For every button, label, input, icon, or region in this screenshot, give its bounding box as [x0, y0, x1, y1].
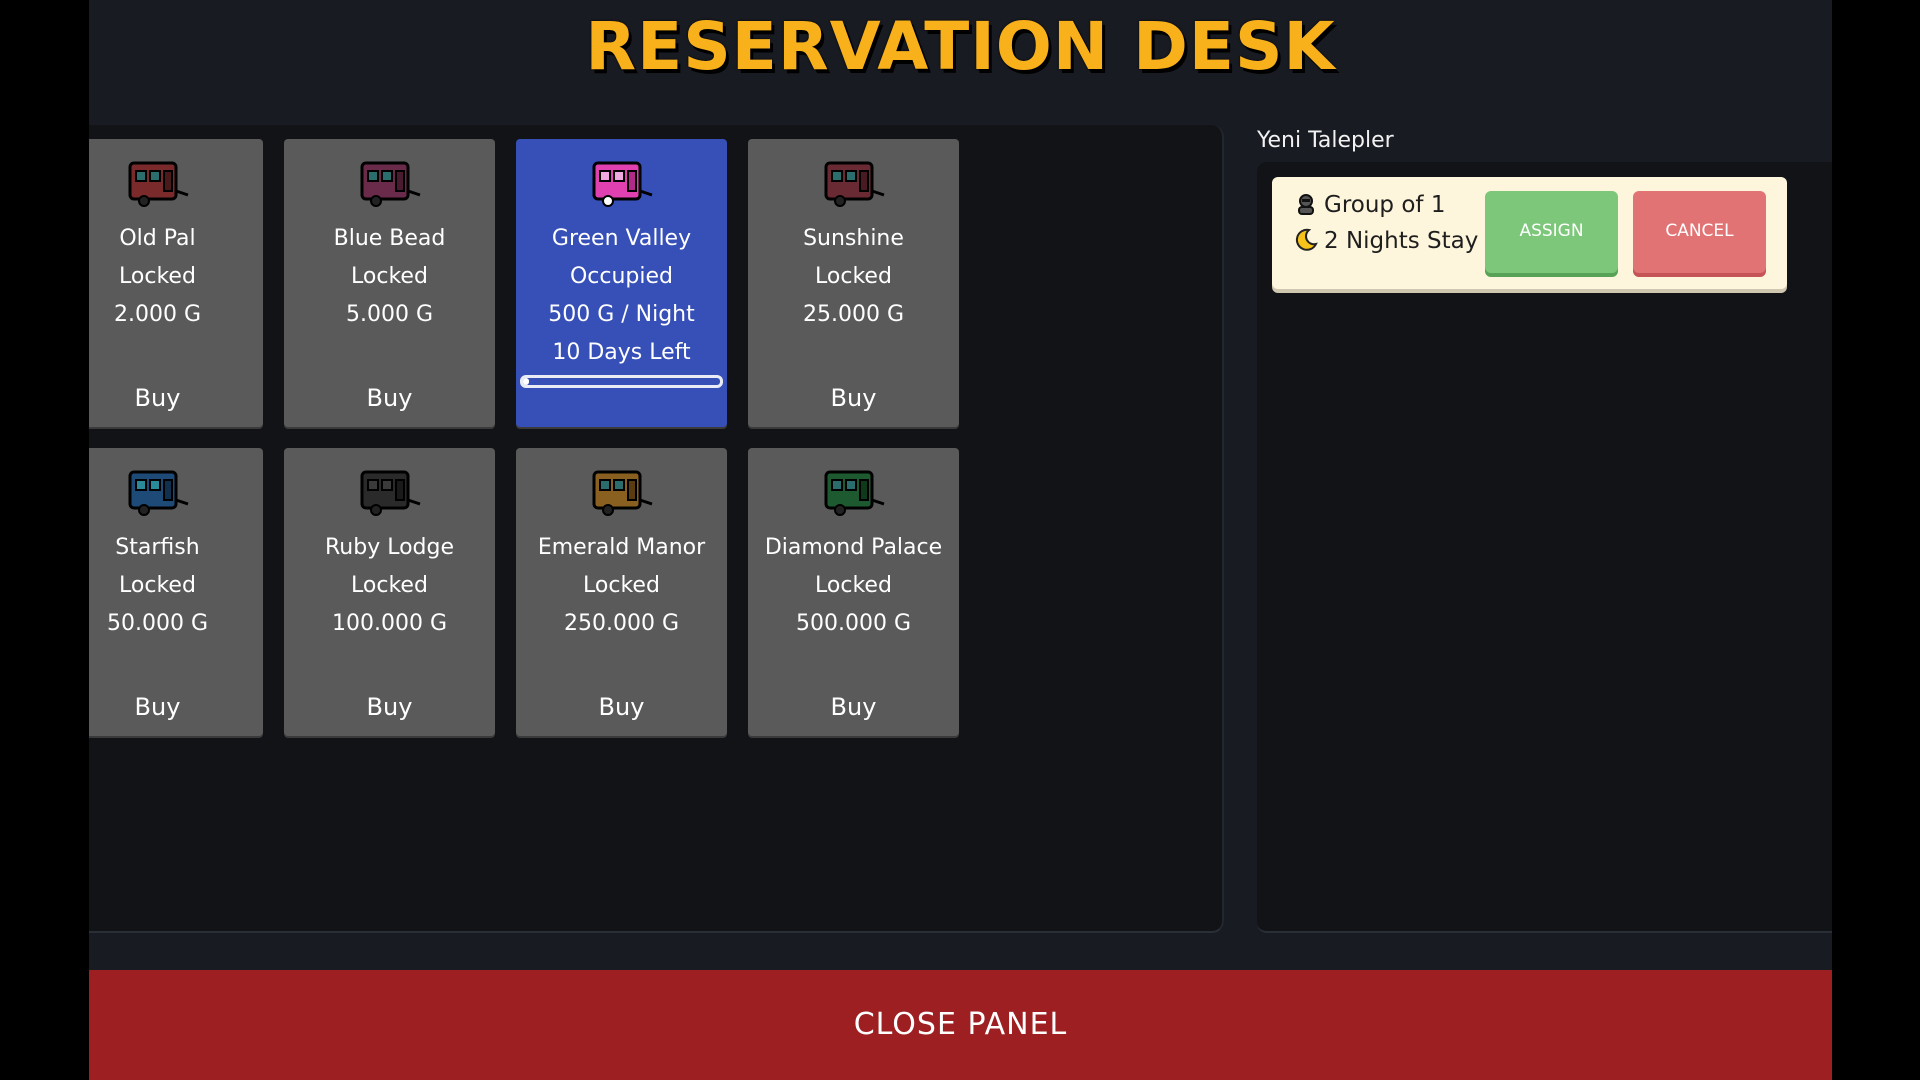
caravan-card-starfish[interactable]: Starfish Locked 50.000 G Buy: [89, 448, 263, 736]
caravan-card-blue-bead[interactable]: Blue Bead Locked 5.000 G Buy: [284, 139, 495, 427]
caravan-name: Ruby Lodge: [324, 535, 454, 560]
page-title: RESERVATION DESK: [585, 8, 1336, 85]
request-stay: 2 Nights Stay: [1294, 226, 1478, 256]
buy-button[interactable]: Buy: [748, 382, 959, 414]
caravan-price: 100.000 G: [331, 611, 448, 636]
reservation-desk-screen: RESERVATION DESK Old Pal Locked 2.000 G …: [89, 0, 1832, 1080]
caravan-card-diamond-palace[interactable]: Diamond Palace Locked 500.000 G Buy: [748, 448, 959, 736]
request-stay-text: 2 Nights Stay: [1324, 228, 1479, 254]
buy-button[interactable]: Buy: [284, 382, 495, 414]
caravan-card-sunshine[interactable]: Sunshine Locked 25.000 G Buy: [748, 139, 959, 427]
black-caravan-icon: [360, 470, 420, 516]
buy-button[interactable]: Buy: [89, 691, 263, 723]
caravan-price: 50.000 G: [106, 611, 209, 636]
days-left: 10 Days Left: [552, 340, 691, 365]
caravan-card-old-pal[interactable]: Old Pal Locked 2.000 G Buy: [89, 139, 263, 427]
caravan-status: Locked: [119, 264, 196, 289]
caravan-card-emerald-manor[interactable]: Emerald Manor Locked 250.000 G Buy: [516, 448, 727, 736]
caravan-price: 25.000 G: [802, 302, 905, 327]
request-group: Group of 1: [1294, 190, 1445, 220]
buy-button[interactable]: Buy: [748, 691, 959, 723]
caravan-status: Locked: [815, 264, 892, 289]
buy-button[interactable]: Buy: [89, 382, 263, 414]
buy-button[interactable]: Buy: [516, 691, 727, 723]
orange-caravan-icon: [592, 470, 652, 516]
caravan-price: 2.000 G: [113, 302, 202, 327]
red-caravan-icon: [824, 161, 884, 207]
caravan-name: Blue Bead: [333, 226, 446, 251]
requests-title: Yeni Talepler: [1257, 128, 1394, 153]
red-caravan-icon: [128, 161, 188, 207]
close-panel-button[interactable]: CLOSE PANEL: [89, 970, 1832, 1080]
buy-button[interactable]: Buy: [284, 691, 495, 723]
caravan-status: Locked: [351, 264, 428, 289]
moon-icon: [1295, 228, 1318, 251]
caravan-rate: 500 G / Night: [548, 302, 695, 327]
caravan-name: Old Pal: [119, 226, 196, 251]
blue-caravan-icon: [128, 470, 188, 516]
caravan-status: Locked: [583, 573, 660, 598]
green-caravan-icon: [824, 470, 884, 516]
caravan-status: Locked: [351, 573, 428, 598]
occupancy-progress-fill: [523, 378, 529, 385]
cancel-button[interactable]: CANCEL: [1633, 191, 1766, 273]
caravan-price: 250.000 G: [563, 611, 680, 636]
caravan-name: Emerald Manor: [537, 535, 706, 560]
caravan-name: Diamond Palace: [764, 535, 943, 560]
caravan-card-ruby-lodge[interactable]: Ruby Lodge Locked 100.000 G Buy: [284, 448, 495, 736]
occupancy-progress-bar: [520, 375, 723, 388]
magenta-caravan-icon: [360, 161, 420, 207]
caravan-grid-panel: Old Pal Locked 2.000 G Buy Blue Bead Loc…: [89, 125, 1224, 933]
caravan-status: Locked: [815, 573, 892, 598]
caravan-status: Locked: [119, 573, 196, 598]
caravan-price: 500.000 G: [795, 611, 912, 636]
caravan-name: Green Valley: [551, 226, 692, 251]
assign-button[interactable]: ASSIGN: [1485, 191, 1618, 273]
request-group-text: Group of 1: [1324, 192, 1446, 218]
caravan-price: 5.000 G: [345, 302, 434, 327]
caravan-status: Occupied: [569, 264, 674, 289]
caravan-name: Starfish: [115, 535, 200, 560]
guest-icon: [1298, 194, 1314, 215]
caravan-card-green-valley[interactable]: Green Valley Occupied 500 G / Night 10 D…: [516, 139, 727, 427]
caravan-name: Sunshine: [803, 226, 904, 251]
request-card: Group of 1 2 Nights Stay ASSIGN CANCEL: [1272, 177, 1787, 289]
pink-caravan-icon: [592, 161, 652, 207]
